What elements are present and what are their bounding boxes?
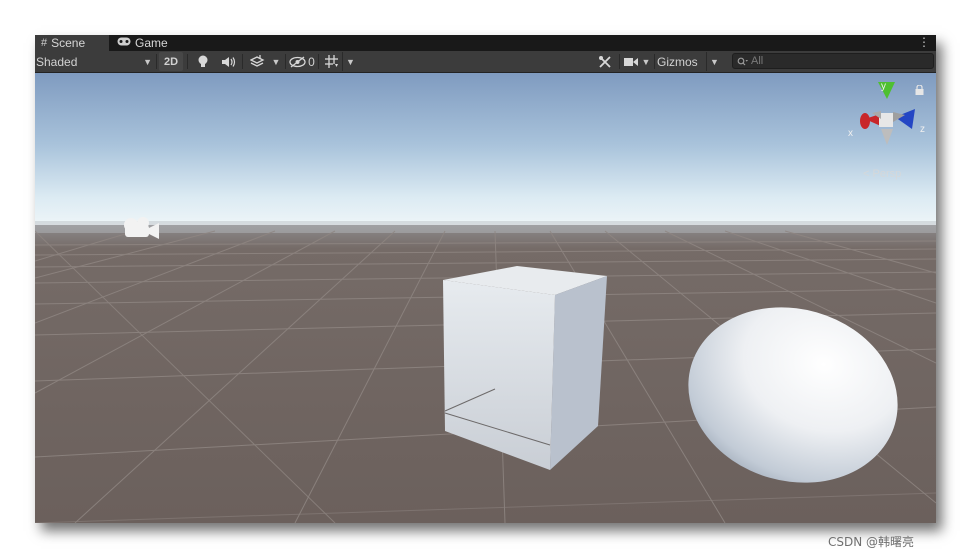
tab-game[interactable]: Game	[111, 35, 189, 51]
separator	[285, 54, 286, 69]
y-axis-label: y	[881, 81, 886, 92]
chevron-down-icon: ▼	[271, 56, 281, 67]
effects-dropdown[interactable]: ▼	[269, 52, 283, 71]
layers-icon	[249, 54, 264, 67]
search-input[interactable]	[748, 55, 931, 67]
watermark: CSDN @韩曙亮	[828, 535, 915, 549]
grid-dropdown[interactable]: ▼	[342, 52, 358, 71]
gizmo-center[interactable]	[879, 113, 893, 127]
camera-settings-dropdown[interactable]: ▼	[622, 52, 652, 71]
hidden-count: 0	[308, 54, 315, 69]
horizon-haze	[35, 221, 936, 233]
eye-hidden-icon	[289, 55, 306, 68]
projection-label: Persp	[872, 168, 902, 180]
tools-button[interactable]	[594, 52, 616, 71]
chevron-left-icon: <	[863, 168, 870, 180]
search-field[interactable]	[732, 53, 934, 69]
gizmos-button[interactable]: Gizmos	[657, 52, 707, 71]
projection-toggle[interactable]: < Persp	[863, 168, 901, 180]
x-axis-label: x	[848, 128, 853, 139]
scene-visibility-toggle[interactable]: 0	[288, 52, 316, 71]
speaker-icon	[221, 56, 235, 67]
chevron-down-icon: ▼	[346, 56, 355, 67]
scene-window: # Scene Game ⋮ Shaded ▼ 2D ▼ 0 ▼ ▼ Gizmo…	[35, 35, 936, 523]
2d-toggle-button[interactable]: 2D	[159, 52, 183, 71]
scene-toolbar: Shaded ▼ 2D ▼ 0 ▼ ▼ Gizmos ▼ All	[35, 51, 936, 73]
separator	[654, 54, 655, 69]
chevron-down-icon: ▼	[641, 56, 651, 67]
separator	[242, 54, 243, 69]
grid-icon: #	[41, 37, 48, 49]
scene-render: y x z	[35, 73, 936, 523]
video-camera-icon	[623, 57, 638, 66]
separator	[619, 54, 620, 69]
draw-mode-dropdown[interactable]: Shaded ▼	[36, 52, 154, 71]
chevron-down-icon: ▼	[710, 56, 719, 67]
tools-icon	[599, 55, 611, 68]
lightbulb-icon	[198, 55, 208, 67]
tab-scene[interactable]: # Scene	[35, 35, 109, 51]
2d-label: 2D	[163, 55, 179, 68]
draw-mode-label: Shaded	[36, 54, 78, 69]
more-options-icon[interactable]: ⋮	[918, 35, 930, 51]
grid-toggle-button[interactable]	[321, 52, 341, 71]
z-axis-label: z	[920, 124, 925, 135]
gizmos-label: Gizmos	[657, 54, 698, 69]
chevron-down-icon: ▼	[143, 57, 152, 67]
effects-toggle-button[interactable]	[245, 52, 269, 71]
lighting-toggle-button[interactable]	[192, 52, 214, 71]
tab-game-label: Game	[135, 36, 168, 50]
grid-snap-icon	[324, 55, 338, 68]
sky	[35, 73, 936, 233]
separator	[156, 54, 157, 69]
gamepad-icon	[117, 37, 131, 49]
audio-toggle-button[interactable]	[217, 52, 239, 71]
tab-scene-label: Scene	[51, 36, 86, 50]
separator	[187, 54, 188, 69]
separator	[318, 54, 319, 69]
gizmos-dropdown[interactable]: ▼	[706, 52, 722, 71]
scene-viewport[interactable]: y x z < Persp	[35, 73, 936, 523]
search-icon	[737, 57, 748, 65]
tab-bar: # Scene Game ⋮	[35, 35, 936, 51]
